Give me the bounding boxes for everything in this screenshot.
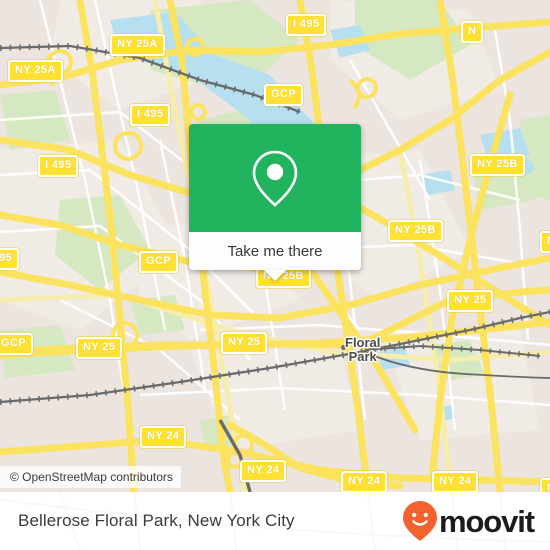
take-me-there-label: Take me there bbox=[227, 242, 323, 260]
osm-attribution[interactable]: © OpenStreetMap contributors bbox=[0, 466, 181, 488]
road-shield: GCP bbox=[0, 333, 34, 355]
callout-image bbox=[189, 124, 361, 232]
callout-pointer bbox=[264, 270, 286, 281]
road-shield: I 495 bbox=[38, 155, 79, 177]
page-title: Bellerose Floral Park, New York City bbox=[18, 511, 295, 530]
road-shield: NY 24 bbox=[341, 471, 388, 492]
road-shield: N bbox=[540, 478, 550, 492]
road-shield: 95 bbox=[0, 248, 20, 270]
map-page: Floral Park NY 25A NY 25A I 495 I 495 I 495 G… bbox=[0, 0, 550, 550]
road-shield: NY 25B bbox=[470, 154, 525, 176]
road-shield: NY 25 bbox=[447, 290, 494, 312]
moovit-wordmark: moovit bbox=[438, 503, 535, 539]
road-shield: NY 25 bbox=[76, 337, 123, 359]
road-shield: GCP bbox=[264, 84, 304, 106]
road-shield: N bbox=[540, 231, 550, 253]
road-shield: NY 25A bbox=[110, 34, 165, 56]
place-label-line1: Floral bbox=[345, 335, 381, 350]
moovit-brand[interactable]: moovit bbox=[402, 500, 535, 542]
road-shield: I 495 bbox=[130, 104, 171, 126]
footer-bar: Bellerose Floral Park, New York City moo… bbox=[0, 492, 550, 550]
place-label-line2: Park bbox=[348, 349, 377, 364]
osm-attribution-text: © OpenStreetMap contributors bbox=[10, 470, 173, 484]
road-shield: NY 24 bbox=[140, 426, 187, 448]
map-pin-icon bbox=[252, 150, 298, 207]
take-me-there-button[interactable]: Take me there bbox=[189, 232, 361, 281]
road-shield: NY 25B bbox=[388, 220, 443, 242]
road-shield: NY 24 bbox=[432, 471, 479, 492]
place-label-floral-park: Floral Park bbox=[345, 336, 380, 364]
road-shield: NY 25 bbox=[221, 332, 268, 354]
road-shield: GCP bbox=[139, 251, 179, 273]
road-shield: NY 24 bbox=[240, 460, 287, 482]
location-callout[interactable]: Take me there bbox=[189, 124, 361, 281]
road-shield: NY 25A bbox=[8, 60, 63, 82]
road-shield: N bbox=[461, 21, 484, 43]
moovit-pin-smile-icon bbox=[402, 501, 437, 541]
road-shield: I 495 bbox=[286, 14, 327, 36]
